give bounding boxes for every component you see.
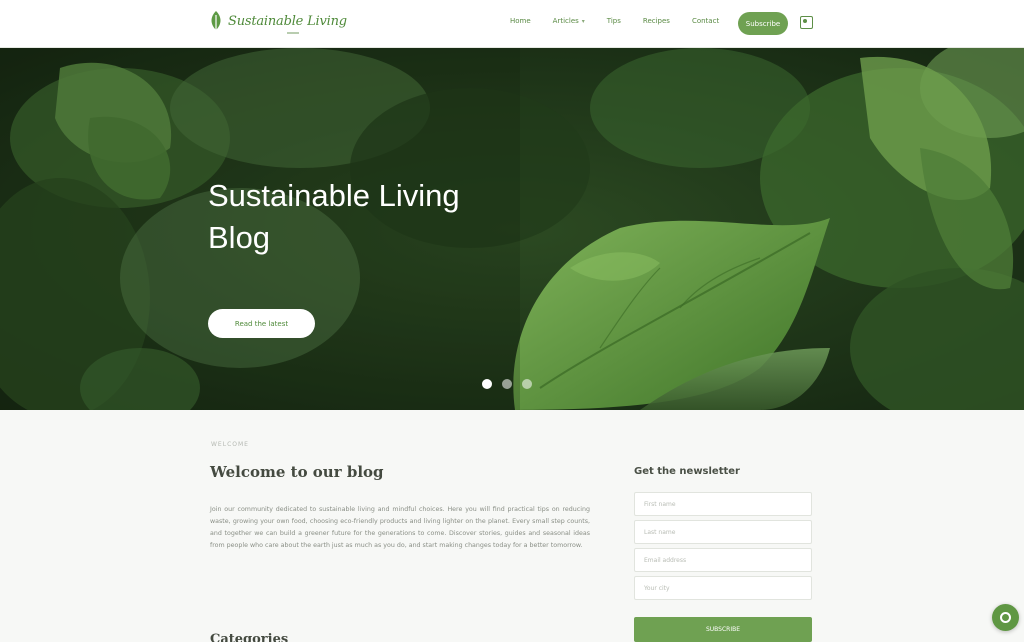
nav-item-home[interactable]: Home bbox=[510, 17, 531, 25]
chat-button[interactable] bbox=[992, 604, 1019, 631]
main-content: WELCOME Welcome to our blog Join our com… bbox=[0, 410, 1024, 642]
section-title: Welcome to our blog bbox=[210, 463, 384, 481]
nav-label: Contact bbox=[691, 17, 720, 25]
chat-icon bbox=[1000, 612, 1011, 623]
hero-title: Sustainable Living Blog bbox=[208, 178, 460, 255]
logo[interactable]: Sustainable Living bbox=[208, 10, 347, 32]
chevron-down-icon: ▾ bbox=[581, 17, 585, 25]
intro-paragraph: Join our community dedicated to sustaina… bbox=[210, 506, 590, 549]
newsletter-title: Get the newsletter bbox=[634, 466, 740, 477]
nav-label: Articles bbox=[552, 17, 579, 25]
nav-item-articles[interactable]: Articles ▾ bbox=[553, 17, 585, 25]
last-name-field[interactable]: Last name bbox=[634, 520, 812, 544]
nav-label: Recipes bbox=[642, 17, 670, 25]
nav-item-recipes[interactable]: Recipes bbox=[643, 17, 670, 25]
email-field[interactable]: Email address bbox=[634, 548, 812, 572]
hero-cta-button[interactable]: Read the latest bbox=[208, 309, 315, 338]
nav-item-tips[interactable]: Tips bbox=[607, 17, 621, 25]
nav-label: Tips bbox=[606, 17, 621, 25]
section-eyebrow: WELCOME bbox=[211, 441, 249, 448]
main-nav: Home Articles ▾ Tips Recipes Contact bbox=[510, 17, 741, 25]
city-field[interactable]: Your city bbox=[634, 576, 812, 600]
carousel-dot-1[interactable] bbox=[482, 379, 492, 389]
carousel-dot-2[interactable] bbox=[502, 379, 512, 389]
logo-tagline-mark bbox=[287, 32, 299, 34]
nav-label: Home bbox=[510, 17, 531, 25]
carousel-dot-3[interactable] bbox=[522, 379, 532, 389]
subscribe-button[interactable]: Subscribe bbox=[738, 12, 788, 35]
site-header: Sustainable Living Home Articles ▾ Tips R… bbox=[0, 0, 1024, 48]
nav-item-contact[interactable]: Contact bbox=[692, 17, 719, 25]
first-name-field[interactable]: First name bbox=[634, 492, 812, 516]
section-subheading: Categories bbox=[210, 632, 289, 642]
leaf-logo-icon bbox=[211, 11, 221, 31]
account-icon[interactable] bbox=[800, 16, 813, 29]
carousel-dots bbox=[482, 379, 532, 389]
newsletter-submit-button[interactable]: SUBSCRIBE bbox=[634, 617, 812, 642]
hero-banner: Sustainable Living Blog Read the latest bbox=[0, 48, 1024, 410]
logo-text: Sustainable Living bbox=[228, 13, 347, 29]
